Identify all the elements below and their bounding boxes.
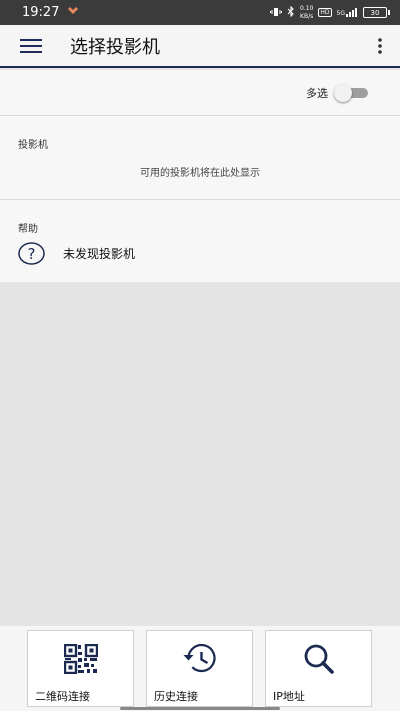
page-title: 选择投影机 [70, 36, 160, 58]
multi-select-toggle[interactable] [334, 83, 370, 102]
hamburger-menu-icon [20, 38, 42, 53]
signal-icon: 5G [337, 8, 358, 17]
projector-section-title: 投影机 [18, 140, 48, 151]
projector-section: 投影机 可用的投影机将在此处显示 [0, 116, 400, 200]
history-connect-button[interactable]: 历史连接 [146, 630, 253, 707]
home-indicator[interactable] [120, 707, 280, 710]
battery-icon: 30 [363, 7, 390, 18]
more-vertical-icon [378, 37, 382, 54]
svg-text:?: ? [28, 245, 36, 263]
battery-level: 30 [370, 8, 380, 17]
ip-address-label: IP地址 [273, 690, 305, 703]
app-bar: 选择投影机 [0, 25, 400, 68]
status-time: 19:27 [22, 5, 60, 20]
help-item-label: 未发现投影机 [63, 247, 136, 261]
search-icon [304, 644, 334, 674]
menu-button[interactable] [0, 24, 62, 67]
multi-select-row: 多选 [0, 70, 400, 116]
ip-address-button[interactable]: IP地址 [265, 630, 372, 707]
help-item[interactable]: ? 未发现投影机 [18, 242, 135, 265]
vibrate-icon [270, 7, 283, 19]
network-speed: 0.10 KB/s [300, 4, 314, 20]
help-section: 帮助 ? 未发现投影机 [0, 200, 400, 282]
qr-code-connect-button[interactable]: 二维码连接 [27, 630, 134, 707]
qr-code-connect-label: 二维码连接 [35, 690, 90, 703]
hd-badge: HD [318, 8, 332, 17]
empty-projector-message: 可用的投影机将在此处显示 [140, 168, 260, 179]
multi-select-label: 多选 [306, 86, 328, 100]
bluetooth-icon [287, 5, 295, 19]
question-mark-icon: ? [18, 242, 45, 265]
history-icon [183, 644, 216, 673]
bottom-nav: 二维码连接 历史连接 IP地址 [0, 626, 400, 711]
qr-code-icon [63, 644, 98, 674]
history-connect-label: 历史连接 [154, 690, 198, 703]
help-section-title: 帮助 [18, 224, 38, 235]
status-bar: 19:27 0.10 KB/s HD 5G 30 [0, 0, 400, 25]
notification-icon [67, 5, 79, 20]
more-options-button[interactable] [360, 24, 400, 67]
content-panel: 多选 投影机 可用的投影机将在此处显示 帮助 ? 未发现投影机 [0, 70, 400, 282]
